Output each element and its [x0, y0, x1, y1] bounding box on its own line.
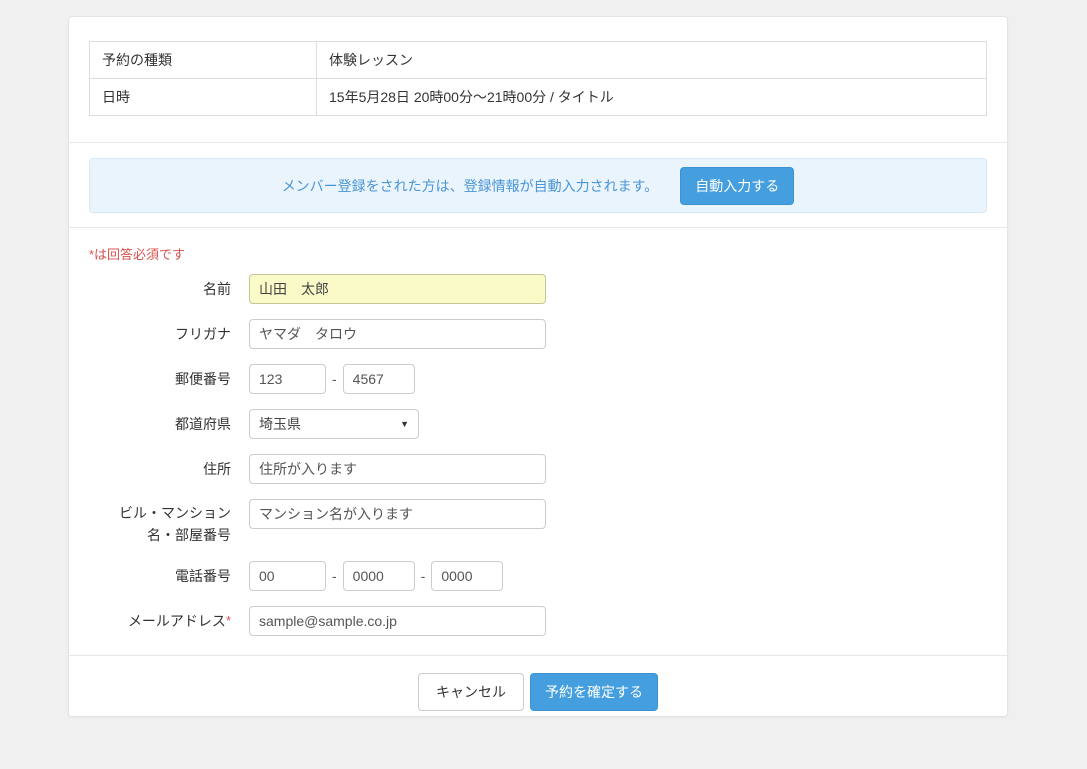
email-field-row: メールアドレス* [89, 606, 987, 636]
name-input[interactable] [249, 274, 546, 304]
address-input[interactable] [249, 454, 546, 484]
phone-separator-2: - [421, 561, 426, 591]
required-note: *は回答必須です [89, 244, 987, 263]
building-label-line1: ビル・マンション [119, 505, 231, 521]
building-label-line2: 名・部屋番号 [147, 527, 231, 543]
furigana-label: フリガナ [89, 319, 249, 349]
postal-label: 郵便番号 [89, 364, 249, 394]
reservation-type-label: 予約の種類 [90, 42, 317, 79]
prefecture-selected-value: 埼玉県 [259, 414, 301, 434]
prefecture-select[interactable]: 埼玉県 ▼ [249, 409, 419, 439]
prefecture-field-row: 都道府県 埼玉県 ▼ [89, 409, 987, 439]
email-input[interactable] [249, 606, 546, 636]
phone-input-3[interactable] [431, 561, 503, 591]
phone-input-1[interactable] [249, 561, 326, 591]
autofill-message: メンバー登録をされた方は、登録情報が自動入力されます。 [282, 176, 659, 196]
name-field-row: 名前 [89, 274, 987, 304]
phone-input-2[interactable] [343, 561, 415, 591]
postal-field-row: 郵便番号 - [89, 364, 987, 394]
datetime-label: 日時 [90, 79, 317, 116]
reservation-summary-table: 予約の種類 体験レッスン 日時 15年5月28日 20時00分～21時00分 /… [89, 41, 987, 116]
address-label: 住所 [89, 454, 249, 484]
form-section: *は回答必須です 名前 フリガナ 郵便番号 - 都道府県 埼玉県 ▼ 住所 [69, 228, 1007, 656]
building-input[interactable] [249, 499, 546, 529]
prefecture-label: 都道府県 [89, 409, 249, 439]
phone-field-row: 電話番号 - - [89, 561, 987, 591]
email-label-text: メールアドレス [128, 613, 226, 629]
table-row: 日時 15年5月28日 20時00分～21時00分 / タイトル [90, 79, 987, 116]
building-label: ビル・マンション 名・部屋番号 [89, 499, 249, 546]
reservation-type-value: 体験レッスン [317, 42, 987, 79]
phone-label: 電話番号 [89, 561, 249, 591]
building-field-row: ビル・マンション 名・部屋番号 [89, 499, 987, 546]
dropdown-arrow-icon: ▼ [400, 419, 409, 429]
postal-code-input-1[interactable] [249, 364, 326, 394]
table-row: 予約の種類 体験レッスン [90, 42, 987, 79]
autofill-button[interactable]: 自動入力する [680, 167, 794, 205]
phone-separator-1: - [332, 561, 337, 591]
autofill-section: メンバー登録をされた方は、登録情報が自動入力されます。 自動入力する [69, 143, 1007, 228]
postal-code-input-2[interactable] [343, 364, 415, 394]
cancel-button[interactable]: キャンセル [418, 673, 524, 711]
footer-actions: キャンセル 予約を確定する [69, 656, 1007, 711]
address-field-row: 住所 [89, 454, 987, 484]
name-label: 名前 [89, 274, 249, 304]
furigana-field-row: フリガナ [89, 319, 987, 349]
reservation-form-card: 予約の種類 体験レッスン 日時 15年5月28日 20時00分～21時00分 /… [68, 16, 1008, 717]
autofill-info-bar: メンバー登録をされた方は、登録情報が自動入力されます。 自動入力する [89, 158, 987, 213]
email-required-mark: * [226, 613, 231, 628]
postal-separator: - [332, 364, 337, 394]
confirm-reservation-button[interactable]: 予約を確定する [530, 673, 658, 711]
furigana-input[interactable] [249, 319, 546, 349]
datetime-value: 15年5月28日 20時00分～21時00分 / タイトル [317, 79, 987, 116]
email-label: メールアドレス* [89, 606, 249, 636]
reservation-summary-section: 予約の種類 体験レッスン 日時 15年5月28日 20時00分～21時00分 /… [69, 17, 1007, 143]
